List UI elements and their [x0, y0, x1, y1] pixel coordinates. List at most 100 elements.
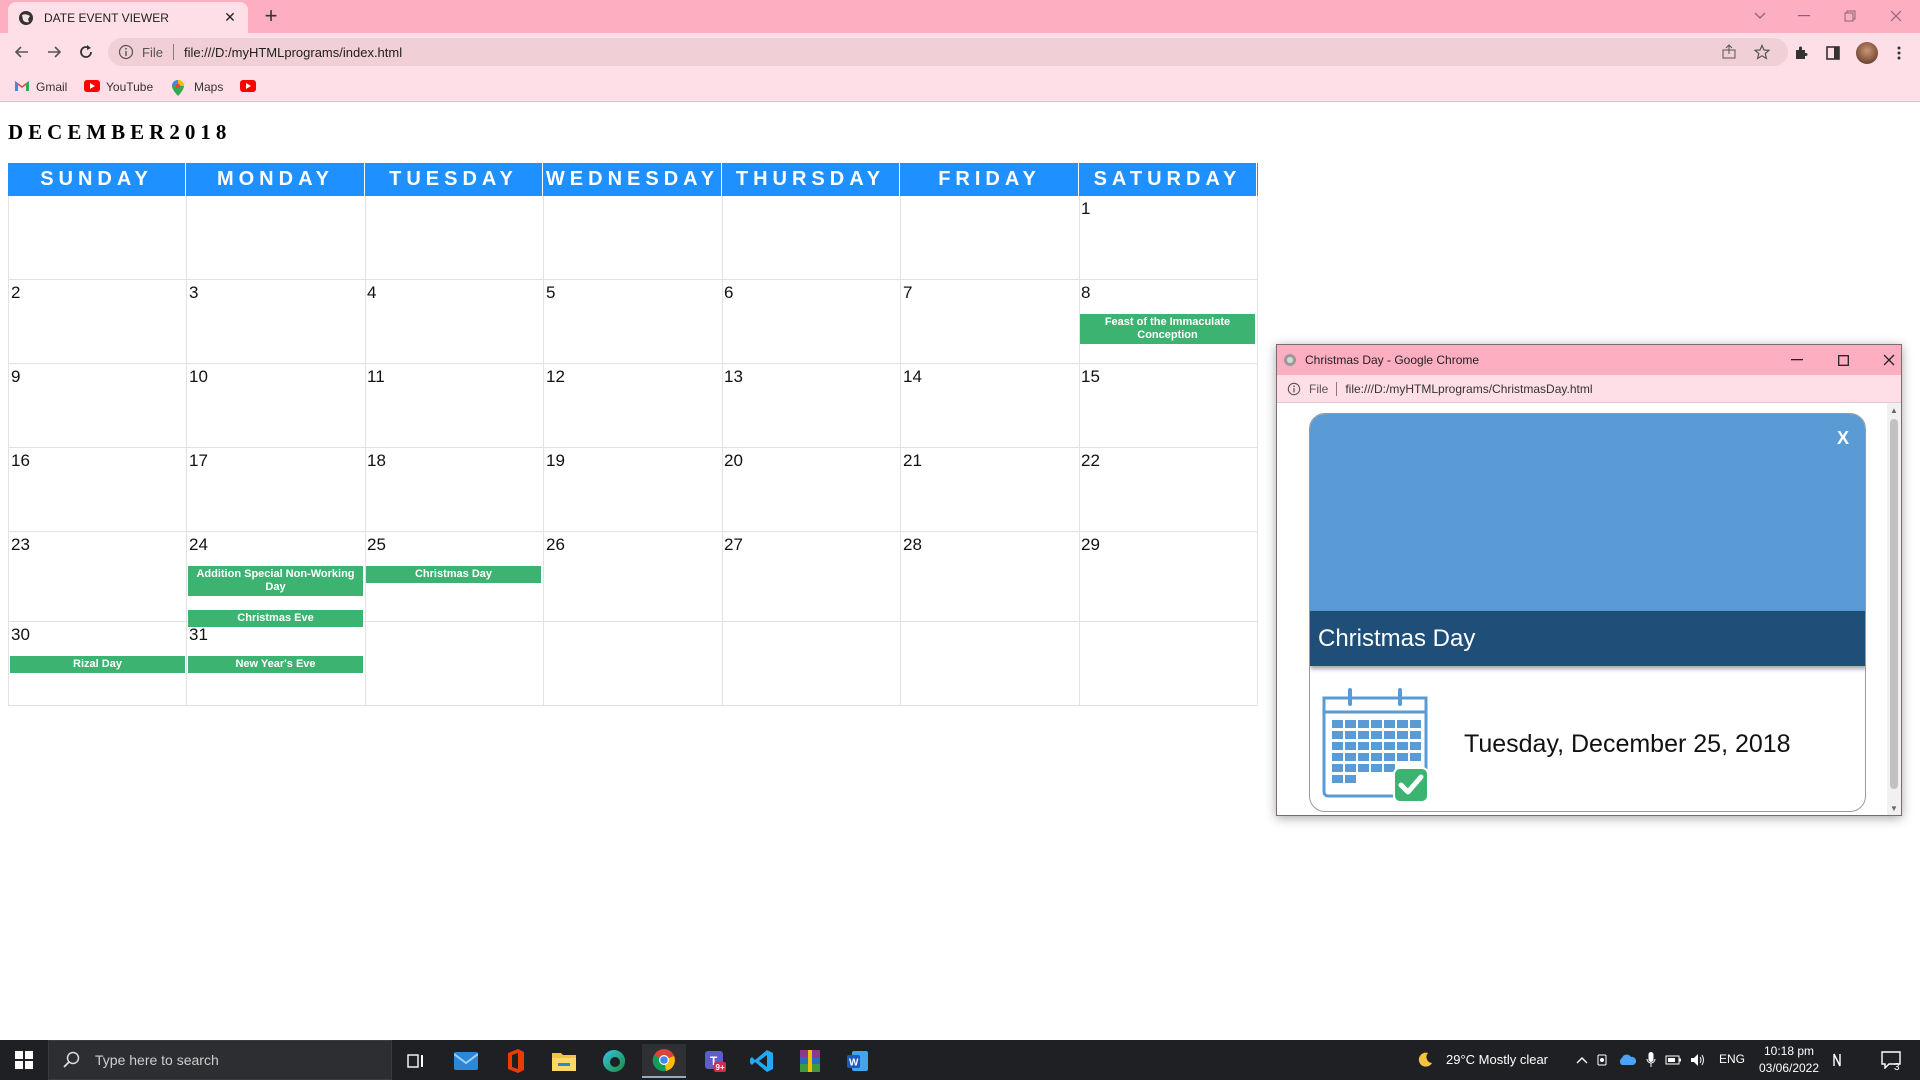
battery-network-icon[interactable] [1665, 1051, 1683, 1069]
new-tab-button[interactable]: + [260, 5, 282, 27]
calendar-day-cell[interactable]: 21 [901, 448, 1080, 532]
popup-minimize-button[interactable] [1785, 349, 1809, 371]
popup-address-url[interactable]: file:///D:/myHTMLprograms/ChristmasDay.h… [1345, 382, 1592, 396]
popup-titlebar[interactable]: Christmas Day - Google Chrome [1277, 345, 1901, 375]
calendar-day-cell[interactable]: 15 [1079, 364, 1258, 448]
tab-close-button[interactable]: ✕ [222, 9, 238, 26]
calendar-day-cell[interactable]: 17 [187, 448, 366, 532]
calendar-day-cell[interactable] [544, 622, 723, 706]
event-chip[interactable]: New Year's Eve [188, 656, 363, 673]
input-language[interactable]: ENG [1719, 1052, 1745, 1066]
side-panel-icon[interactable] [1822, 42, 1844, 64]
browser-tab-active[interactable]: DATE EVENT VIEWER ✕ [8, 2, 248, 33]
share-icon[interactable] [1719, 42, 1739, 62]
popup-address-bar[interactable]: File file:///D:/myHTMLprograms/Christmas… [1277, 375, 1901, 403]
calendar-day-cell[interactable] [365, 196, 544, 280]
popup-scrollbar[interactable]: ▲ ▼ [1887, 403, 1901, 815]
calendar-day-cell[interactable]: 10 [187, 364, 366, 448]
volume-speaker-icon[interactable] [1689, 1051, 1707, 1069]
reload-icon[interactable] [74, 41, 98, 63]
extensions-puzzle-icon[interactable] [1790, 42, 1812, 64]
calendar-day-cell[interactable]: 24 Addition Special Non-Working Day Christ… [187, 532, 366, 627]
microphone-icon[interactable] [1642, 1051, 1660, 1069]
bookmark-star-icon[interactable] [1752, 42, 1772, 62]
calendar-day-cell[interactable]: 18 [365, 448, 544, 532]
taskbar-search-box[interactable]: Type here to search [48, 1040, 392, 1080]
calendar-day-cell[interactable] [901, 196, 1080, 280]
calendar-day-cell[interactable] [365, 622, 544, 706]
chrome-browser-icon[interactable] [642, 1044, 686, 1078]
vscode-app-icon[interactable] [740, 1044, 784, 1078]
bookmark-youtube-icon-only[interactable] [240, 77, 262, 97]
modal-close-button[interactable]: X [1837, 428, 1849, 449]
calendar-day-cell[interactable]: 3 [187, 280, 366, 364]
calendar-day-cell[interactable] [901, 622, 1080, 706]
word-app-icon[interactable]: W [836, 1044, 880, 1078]
clock-date[interactable]: 03/06/2022 [1754, 1061, 1824, 1075]
event-chip[interactable]: Feast of the Immaculate Conception [1080, 314, 1255, 344]
meet-now-icon[interactable] [1594, 1051, 1612, 1069]
weather-text[interactable]: 29°C Mostly clear [1446, 1052, 1548, 1067]
notifications-icon[interactable] [1878, 1051, 1904, 1069]
calendar-day-cell[interactable]: 23 [8, 532, 187, 622]
forward-arrow-icon[interactable] [42, 41, 66, 63]
calendar-day-cell[interactable]: 2 [8, 280, 187, 364]
calendar-day-cell[interactable]: 26 [544, 532, 723, 622]
calendar-day-cell[interactable]: 13 [722, 364, 901, 448]
window-minimize-button[interactable] [1784, 4, 1824, 28]
mail-app-icon[interactable] [444, 1044, 488, 1078]
onedrive-cloud-icon[interactable] [1618, 1051, 1636, 1069]
info-icon[interactable] [118, 44, 134, 60]
bookmark-gmail[interactable]: Gmail [14, 77, 67, 97]
profile-avatar[interactable] [1856, 42, 1878, 64]
scroll-down-arrow-icon[interactable]: ▼ [1887, 801, 1901, 815]
calendar-day-cell[interactable] [722, 196, 901, 280]
edge-browser-icon[interactable] [592, 1044, 636, 1078]
clock-time[interactable]: 10:18 pm [1760, 1044, 1818, 1058]
tab-search-chevron-icon[interactable] [1740, 4, 1780, 28]
office-app-icon[interactable] [494, 1044, 538, 1078]
show-hidden-icons-chevron-icon[interactable] [1573, 1051, 1591, 1069]
scrollbar-thumb[interactable] [1890, 419, 1898, 789]
windows-start-icon[interactable] [0, 1040, 48, 1080]
kebab-menu-icon[interactable] [1888, 42, 1910, 64]
calendar-day-cell[interactable]: 14 [901, 364, 1080, 448]
calendar-day-cell[interactable] [8, 196, 187, 280]
info-icon[interactable] [1287, 382, 1301, 396]
bookmark-youtube[interactable]: YouTube [84, 77, 153, 97]
calendar-day-cell[interactable]: 31 New Year's Eve [187, 622, 366, 706]
winrar-app-icon[interactable] [788, 1044, 832, 1078]
file-explorer-icon[interactable] [542, 1044, 586, 1078]
event-chip[interactable]: Rizal Day [10, 656, 185, 673]
calendar-day-cell[interactable]: 6 [722, 280, 901, 364]
calendar-day-cell[interactable]: 12 [544, 364, 723, 448]
window-restore-button[interactable] [1830, 4, 1870, 28]
calendar-day-cell[interactable]: 30 Rizal Day [8, 622, 187, 706]
calendar-day-cell[interactable]: 29 [1079, 532, 1258, 622]
calendar-day-cell[interactable] [187, 196, 366, 280]
window-close-button[interactable] [1876, 4, 1916, 28]
calendar-day-cell[interactable]: 9 [8, 364, 187, 448]
calendar-day-cell[interactable]: 16 [8, 448, 187, 532]
calendar-day-cell[interactable] [722, 622, 901, 706]
calendar-day-cell[interactable]: 7 [901, 280, 1080, 364]
calendar-day-cell[interactable] [1079, 622, 1258, 706]
calendar-day-cell[interactable]: 22 [1079, 448, 1258, 532]
calendar-day-cell[interactable]: 8 Feast of the Immaculate Conception [1079, 280, 1258, 364]
calendar-day-cell[interactable]: 20 [722, 448, 901, 532]
calendar-day-cell[interactable]: 27 [722, 532, 901, 622]
back-arrow-icon[interactable] [10, 41, 34, 63]
bookmark-maps[interactable]: Maps [172, 77, 223, 97]
input-method-icon[interactable] [1830, 1051, 1856, 1069]
calendar-day-cell[interactable]: 5 [544, 280, 723, 364]
teams-app-icon[interactable]: T 9+ [692, 1044, 736, 1078]
popup-close-button[interactable] [1877, 349, 1901, 371]
event-chip[interactable]: Christmas Day [366, 566, 541, 583]
calendar-day-cell[interactable]: 4 [365, 280, 544, 364]
weather-moon-icon[interactable] [1414, 1051, 1436, 1069]
calendar-day-cell[interactable]: 11 [365, 364, 544, 448]
calendar-day-cell[interactable]: 19 [544, 448, 723, 532]
event-chip[interactable]: Addition Special Non-Working Day [188, 566, 363, 596]
calendar-day-cell[interactable]: 28 [901, 532, 1080, 622]
calendar-day-cell[interactable] [544, 196, 723, 280]
